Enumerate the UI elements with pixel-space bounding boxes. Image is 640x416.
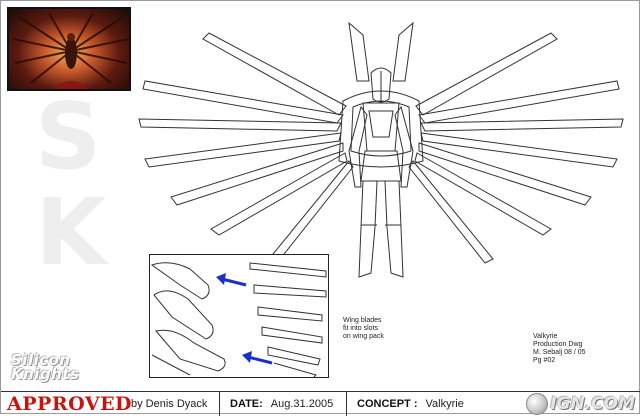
valkyrie-drawing — [138, 21, 624, 278]
ign-globe-icon — [526, 392, 549, 415]
approved-stamp: APPROVED — [7, 392, 133, 415]
wing-blade-note: Wing blades fit into slots on wing pack — [343, 317, 384, 340]
watermark-logo: SK — [35, 83, 113, 286]
silicon-knights-logo: Silicon Knights — [11, 351, 111, 383]
date-label: DATE: — [230, 397, 263, 410]
thumbnail-art — [12, 12, 129, 89]
date-value: Aug.31.2005 — [270, 397, 334, 410]
ign-logo: IGN.COM — [526, 392, 635, 415]
blue-arrow-icon — [216, 273, 247, 287]
wing-slot-detail — [149, 254, 329, 378]
silicon-knights-text: Silicon Knights — [11, 351, 80, 383]
concept-sheet: SK Wing blades fit into slots on wing pa… — [0, 0, 640, 416]
approval-bar: APPROVED by Denis Dyack DATE: Aug.31.200… — [1, 391, 640, 416]
color-thumbnail — [7, 7, 131, 91]
ign-logo-text: IGN.COM — [550, 393, 635, 414]
concept-field: CONCEPT : Valkyrie — [347, 398, 497, 410]
drawing-title-block: Valkyrie Production Dwg M. Sebalj 08 / 0… — [533, 333, 586, 364]
detail-drawing — [150, 262, 327, 377]
concept-label: CONCEPT : — [357, 397, 418, 410]
approver-name: by Denis Dyack — [131, 397, 208, 410]
date-field: DATE: Aug.31.2005 — [220, 398, 346, 410]
concept-value: Valkyrie — [425, 397, 464, 410]
